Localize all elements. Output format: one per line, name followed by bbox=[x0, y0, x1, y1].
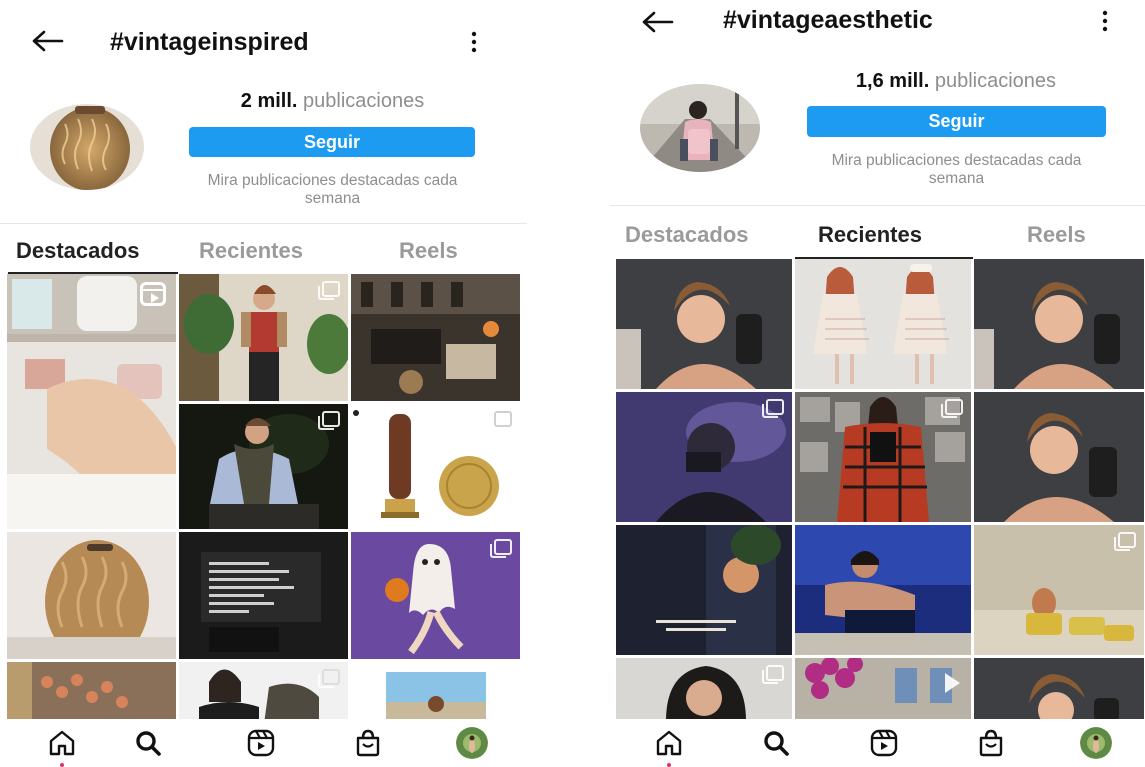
grid-post[interactable] bbox=[616, 525, 792, 655]
post-grid bbox=[7, 274, 520, 724]
hashtag-screen-vintageinspired: #vintageinspired 2 mill. publicaciones S… bbox=[0, 0, 527, 767]
carousel-icon bbox=[1114, 532, 1136, 551]
follow-button[interactable]: Seguir bbox=[807, 106, 1106, 137]
home-active-dot bbox=[667, 763, 671, 767]
hashtag-screen-vintageaesthetic: #vintageaesthetic 1,6 mill. publicacione… bbox=[610, 0, 1145, 767]
hashtag-avatar bbox=[640, 84, 760, 172]
grid-post[interactable] bbox=[616, 392, 792, 522]
profile-avatar[interactable] bbox=[456, 727, 488, 759]
post-count-unit: publicaciones bbox=[303, 90, 425, 112]
home-icon[interactable] bbox=[653, 727, 685, 759]
bottom-navigation bbox=[0, 719, 527, 767]
top-bar: #vintageinspired bbox=[0, 17, 527, 67]
tab-bar: Destacados Recientes Reels bbox=[610, 212, 1145, 259]
grid-post[interactable] bbox=[7, 662, 176, 724]
grid-post[interactable] bbox=[974, 259, 1144, 389]
grid-post[interactable] bbox=[616, 259, 792, 389]
top-bar: #vintageaesthetic bbox=[610, 0, 1145, 50]
carousel-icon bbox=[490, 539, 512, 558]
grid-post[interactable] bbox=[351, 274, 520, 401]
post-count-value: 1,6 mill. bbox=[855, 70, 930, 92]
grid-post[interactable] bbox=[795, 392, 971, 522]
hashtag-title: #vintageinspired bbox=[110, 28, 309, 56]
profile-avatar[interactable] bbox=[1080, 727, 1112, 759]
post-count: 2 mill. publicaciones bbox=[190, 90, 475, 113]
carousel-icon bbox=[941, 399, 963, 418]
carousel-icon bbox=[318, 411, 340, 430]
grid-post[interactable] bbox=[179, 404, 348, 529]
follow-button[interactable]: Seguir bbox=[189, 127, 475, 157]
shop-icon[interactable] bbox=[975, 727, 1007, 759]
post-count-value: 2 mill. bbox=[240, 90, 298, 112]
grid-post[interactable] bbox=[974, 525, 1144, 655]
grid-post[interactable] bbox=[974, 658, 1144, 721]
featured-info-text: Mira publicaciones destacadas cada seman… bbox=[207, 172, 458, 207]
tab-reels[interactable]: Reels bbox=[399, 238, 458, 264]
tab-recientes[interactable]: Recientes bbox=[199, 238, 303, 264]
home-active-dot bbox=[60, 763, 64, 767]
grid-post[interactable] bbox=[7, 274, 176, 529]
grid-post[interactable] bbox=[616, 658, 792, 721]
grid-post[interactable] bbox=[974, 392, 1144, 522]
reels-icon[interactable] bbox=[245, 727, 277, 759]
carousel-icon bbox=[318, 281, 340, 300]
more-options-icon[interactable] bbox=[1099, 10, 1111, 37]
post-count-unit: publicaciones bbox=[934, 70, 1057, 92]
bottom-navigation bbox=[610, 719, 1145, 767]
grid-post[interactable] bbox=[795, 259, 971, 389]
grid-post[interactable] bbox=[795, 525, 971, 655]
reel-icon bbox=[140, 282, 166, 306]
reels-icon[interactable] bbox=[868, 727, 900, 759]
post-count: 1,6 mill. publicaciones bbox=[807, 70, 1105, 93]
tab-reels[interactable]: Reels bbox=[1027, 222, 1086, 248]
grid-post[interactable] bbox=[179, 532, 348, 659]
grid-post[interactable] bbox=[7, 532, 176, 659]
carousel-icon bbox=[318, 669, 340, 688]
carousel-icon bbox=[490, 411, 512, 430]
hashtag-title: #vintageaesthetic bbox=[723, 6, 933, 34]
header-divider bbox=[610, 205, 1145, 206]
grid-post[interactable] bbox=[179, 274, 348, 401]
grid-post[interactable] bbox=[795, 658, 971, 721]
carousel-icon bbox=[762, 399, 784, 418]
grid-post[interactable] bbox=[351, 662, 520, 724]
grid-post[interactable] bbox=[351, 404, 520, 529]
home-icon[interactable] bbox=[46, 727, 78, 759]
back-arrow-icon[interactable] bbox=[640, 10, 674, 40]
grid-post[interactable] bbox=[351, 532, 520, 659]
hashtag-avatar bbox=[30, 104, 144, 190]
tab-destacados[interactable]: Destacados bbox=[16, 238, 140, 264]
carousel-icon bbox=[762, 665, 784, 684]
grid-post[interactable] bbox=[179, 662, 348, 724]
header-divider bbox=[0, 223, 527, 224]
tab-destacados[interactable]: Destacados bbox=[625, 222, 749, 248]
tab-bar: Destacados Recientes Reels bbox=[0, 230, 527, 274]
more-options-icon[interactable] bbox=[468, 31, 480, 58]
post-grid bbox=[616, 259, 1144, 721]
featured-info-text: Mira publicaciones destacadas cada seman… bbox=[831, 152, 1082, 187]
search-icon[interactable] bbox=[132, 727, 164, 759]
search-icon[interactable] bbox=[760, 727, 792, 759]
tab-recientes[interactable]: Recientes bbox=[818, 222, 922, 248]
back-arrow-icon[interactable] bbox=[30, 29, 64, 59]
shop-icon[interactable] bbox=[352, 727, 384, 759]
